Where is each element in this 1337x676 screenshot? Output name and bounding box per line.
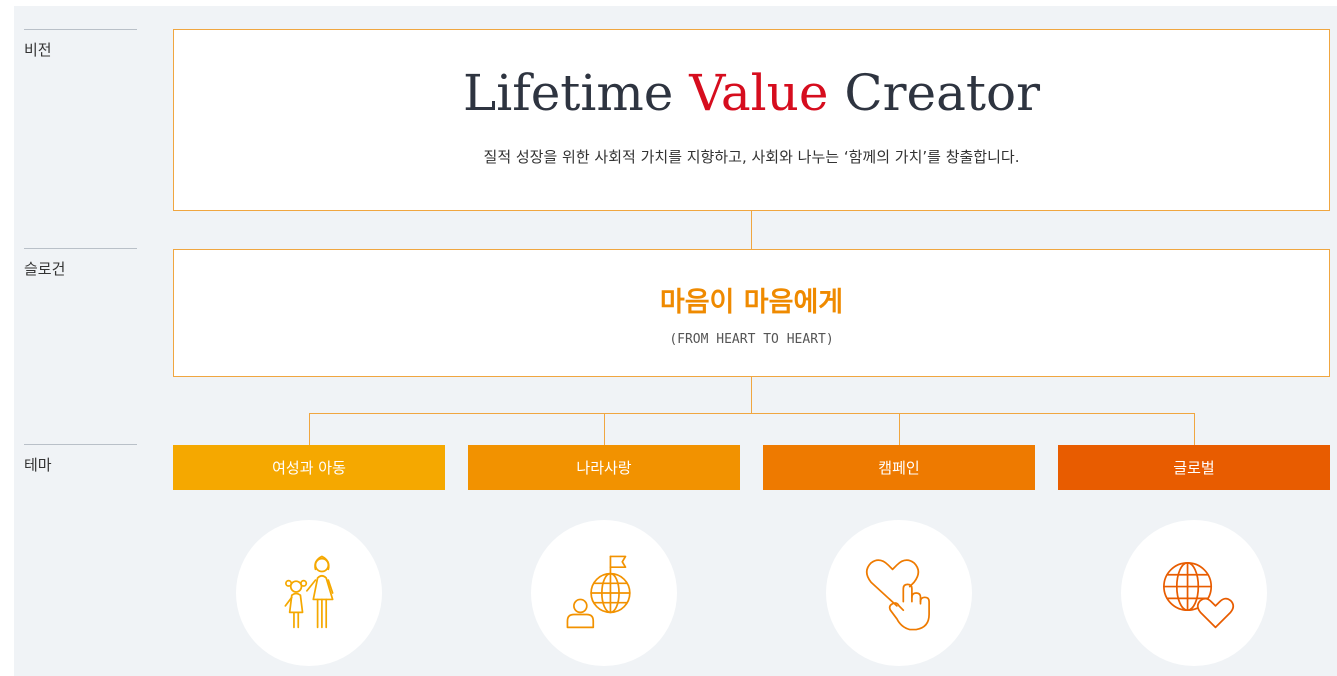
vision-subtitle: 질적 성장을 위한 사회적 가치를 지향하고, 사회와 나누는 ‘함께의 가치’… (483, 148, 1020, 166)
row-label-theme: 테마 (24, 444, 137, 475)
connector-theme-4 (1194, 413, 1195, 445)
icon-circle-4 (1121, 520, 1267, 666)
row-label-vision: 비전 (24, 29, 137, 60)
connector-vision-slogan (751, 211, 752, 249)
vision-title: Lifetime Value Creator (174, 64, 1329, 122)
connector-theme-2 (604, 413, 605, 445)
slogan-subtitle: (FROM HEART TO HEART) (669, 332, 834, 347)
vision-title-part1: Lifetime (463, 64, 690, 122)
icon-circle-2 (531, 520, 677, 666)
theme-label: 글로벌 (1173, 459, 1215, 477)
connector-theme-3 (899, 413, 900, 445)
slogan-box: 마음이 마음에게 (FROM HEART TO HEART) (173, 249, 1330, 377)
theme-box-global: 글로벌 (1058, 445, 1330, 490)
theme-label: 나라사랑 (576, 459, 632, 477)
globe-flag-person-icon (566, 555, 631, 629)
globe-heart-icon (1163, 562, 1235, 629)
connector-theme-1 (309, 413, 310, 445)
slogan-title: 마음이 마음에게 (659, 287, 844, 318)
connector-horizontal (309, 413, 1195, 414)
connector-slogan-trunk (751, 377, 752, 413)
theme-label: 캠페인 (878, 459, 920, 477)
vision-title-accent: Value (689, 64, 829, 122)
theme-box-patriotism: 나라사랑 (468, 445, 740, 490)
woman-child-icon (284, 555, 334, 629)
row-label-slogan: 슬로건 (24, 248, 137, 279)
vision-box: Lifetime Value Creator 질적 성장을 위한 사회적 가치를… (173, 29, 1330, 211)
vision-title-part2: Creator (828, 64, 1040, 122)
heart-hand-icon (865, 559, 930, 631)
theme-box-campaign: 캠페인 (763, 445, 1035, 490)
icon-circle-3 (826, 520, 972, 666)
theme-box-women-children: 여성과 아동 (173, 445, 445, 490)
icon-circle-1 (236, 520, 382, 666)
theme-label: 여성과 아동 (272, 459, 346, 477)
